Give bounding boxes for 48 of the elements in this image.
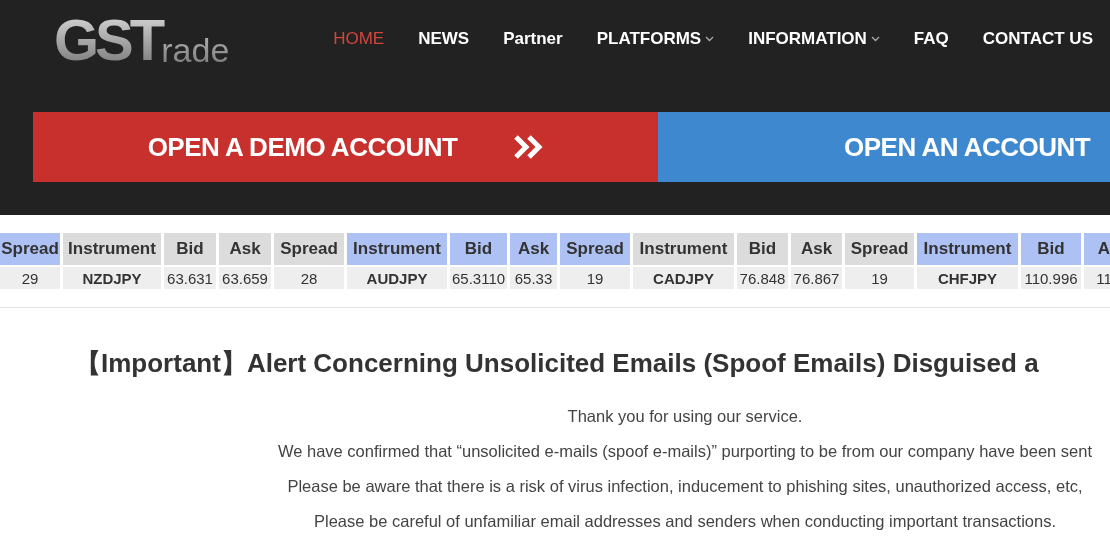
table-cell: 29 (0, 267, 60, 289)
notice-paragraph: Please be careful of unfamiliar email addresses and senders when conducting important transactions. (314, 512, 1056, 531)
table-cell: 65.3110 (450, 267, 507, 289)
table-cell: CHFJPY (917, 267, 1018, 289)
chevron-down-icon (705, 36, 715, 42)
table-cell: 110.996 (1021, 267, 1081, 289)
column-header: Bid (737, 233, 788, 265)
column-header: Ask (510, 233, 557, 265)
column-header: Spread (274, 233, 344, 265)
nav-link[interactable]: NEWS (401, 29, 487, 49)
table-cell: 63.631 (164, 267, 216, 289)
column-header: Bid (1021, 233, 1081, 265)
table-cell: AUDJPY (347, 267, 447, 289)
column-header: Bid (450, 233, 507, 265)
column-header: Bid (164, 233, 216, 265)
column-header: Ask (219, 233, 271, 265)
column-header: Ask (791, 233, 842, 265)
chevron-down-icon (870, 36, 880, 42)
nav-link[interactable]: FAQ (896, 29, 966, 49)
nav-link[interactable]: Partner (486, 29, 580, 49)
column-header: Instrument (347, 233, 447, 265)
table-cell: 65.33 (510, 267, 557, 289)
open-account-button[interactable]: OPEN A DEMO ACCOUNT (33, 112, 658, 182)
table-cell: 76.867 (791, 267, 842, 289)
nav-link[interactable]: CONTACT US (965, 29, 1110, 49)
open-account-button[interactable]: OPEN AN ACCOUNT (658, 112, 1110, 182)
column-header: Instrument (633, 233, 734, 265)
table-cell: 63.659 (219, 267, 271, 289)
table-cell: 19 (845, 267, 914, 289)
table-cell: NZDJPY (63, 267, 161, 289)
table-cell: 28 (274, 267, 344, 289)
nav-link[interactable]: INFORMATION (731, 29, 897, 49)
column-header: Spread (845, 233, 914, 265)
column-header: Spread (0, 233, 60, 265)
nav-link[interactable]: HOME (316, 29, 402, 49)
notice-paragraph: Please be aware that there is a risk of virus infection, inducement to phishing sites, unauthorized access, etc, (287, 477, 1083, 496)
column-header: A (1084, 233, 1110, 265)
notice-title: 【Important】Alert Concerning Unsolicited Emails (Spoof Emails) Disguised a (75, 347, 1039, 380)
notice-paragraph: Thank you for using our service. (567, 407, 803, 426)
table-cell: 76.848 (737, 267, 788, 289)
column-header: Instrument (917, 233, 1018, 265)
column-header: Spread (560, 233, 630, 265)
notice-paragraph: We have confirmed that “unsolicited e-mails (spoof e-mails)” purporting to be from our company have been sent (277, 442, 1093, 461)
double-chevron-right-icon (513, 134, 544, 160)
column-header: Instrument (63, 233, 161, 265)
table-cell: 19 (560, 267, 630, 289)
nav-link[interactable]: PLATFORMS (579, 29, 732, 49)
table-cell: CADJPY (633, 267, 734, 289)
